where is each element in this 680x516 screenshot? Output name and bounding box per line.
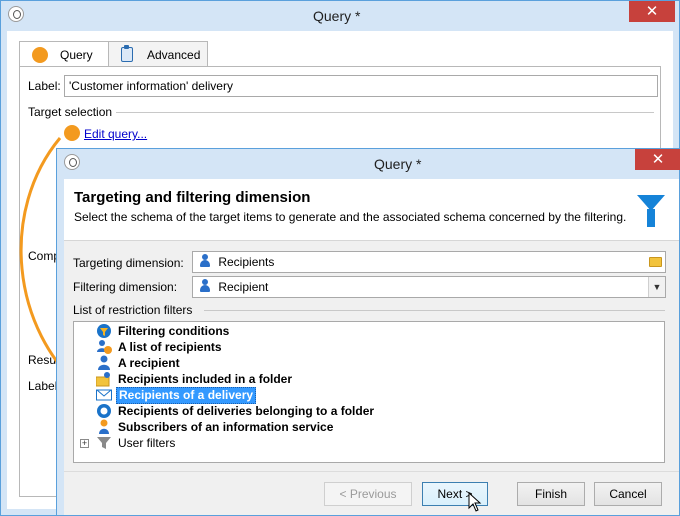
tree-item-label: A recipient [118,355,180,370]
title-bar[interactable]: Query * ✕ [1,1,679,31]
recipient-icon [199,254,211,268]
tree-item-label: Recipients included in a folder [118,371,293,386]
targeting-label: Targeting dimension: [73,256,184,270]
dialog-client: Targeting and filtering dimension Select… [64,179,679,515]
tab-advanced[interactable]: Advanced [108,41,208,67]
targeting-value: Recipients [218,255,275,269]
dialog-title: Query * [374,156,422,172]
chevron-down-icon[interactable]: ▼ [648,277,665,297]
recipient-icon [199,279,211,293]
cancel-button[interactable]: Cancel [594,482,662,506]
recipient-list-icon [96,339,112,355]
dialog-heading: Targeting and filtering dimension [74,189,311,206]
expand-icon[interactable]: + [80,439,89,448]
resu-text: Resu [28,353,57,367]
edit-query-link[interactable]: Edit query... [84,127,147,141]
dialog-title-bar[interactable]: Query * ✕ [57,149,680,179]
tree-item-recipients-of-delivery[interactable]: Recipients of a delivery [96,386,257,404]
clipboard-icon [121,45,133,62]
tree-item-label: Recipients of a delivery [116,386,257,404]
app-icon [64,154,80,170]
tab-query[interactable]: Query [19,41,109,68]
dialog-close-button[interactable]: ✕ [635,149,680,170]
tree-item-deliveries-in-folder[interactable]: Recipients of deliveries belonging to a … [96,403,376,419]
finish-button[interactable]: Finish [517,482,585,506]
restriction-filter-tree[interactable]: Filtering conditions A list of recipient… [73,321,665,463]
tree-item-label: User filters [118,435,176,450]
query-dialog: Query * ✕ Targeting and filtering dimens… [56,148,680,516]
tree-item-label: Subscribers of an information service [118,419,334,434]
window-title: Query * [313,8,361,24]
filtering-label: Filtering dimension: [73,280,178,294]
tree-item-filtering-conditions[interactable]: Filtering conditions [96,323,231,339]
tree-item-label: A list of recipients [118,339,222,354]
mouse-cursor-icon [468,492,482,512]
target-selection-heading: Target selection [28,105,113,119]
tree-item-label: Recipients of deliveries belonging to a … [118,403,375,418]
orange-circle-icon [64,125,80,141]
funnel-icon [637,195,665,227]
filter-conditions-icon [96,323,112,339]
previous-button[interactable]: < Previous [324,482,412,506]
close-button[interactable]: ✕ [629,1,675,22]
targeting-dimension-input[interactable]: Recipients [192,251,666,273]
tree-item-list-of-recipients[interactable]: A list of recipients [96,339,224,355]
tree-item-subscribers[interactable]: Subscribers of an information service [96,419,335,435]
tab-query-label: Query [60,48,93,62]
delivery-folder-icon [96,403,112,419]
subscriber-icon [96,419,112,435]
label-input[interactable]: 'Customer information' delivery [64,75,658,97]
button-bar: < Previous Next > Finish Cancel [64,471,679,515]
filtering-dimension-select[interactable]: Recipient ▼ [192,276,666,298]
delivery-envelope-icon [96,387,112,403]
folder-icon[interactable] [645,252,665,272]
tree-item-label: Filtering conditions [118,323,230,338]
tree-item-user-filters[interactable]: User filters [96,435,177,451]
recipient-icon [96,355,112,371]
label-field-label: Label: [28,79,61,93]
app-icon [8,6,24,22]
folder-recipient-icon [95,371,112,387]
funnel-icon [96,435,112,451]
filtering-value: Recipient [218,280,269,294]
separator [204,310,665,311]
tree-item-recipients-in-folder[interactable]: Recipients included in a folder [95,371,294,387]
orange-circle-icon [32,47,48,63]
tree-item-a-recipient[interactable]: A recipient [96,355,182,371]
restriction-label: List of restriction filters [73,303,193,317]
dialog-subheading: Select the schema of the target items to… [74,210,627,224]
separator [116,112,654,113]
tab-advanced-label: Advanced [147,47,201,62]
dialog-header: Targeting and filtering dimension Select… [64,179,679,241]
